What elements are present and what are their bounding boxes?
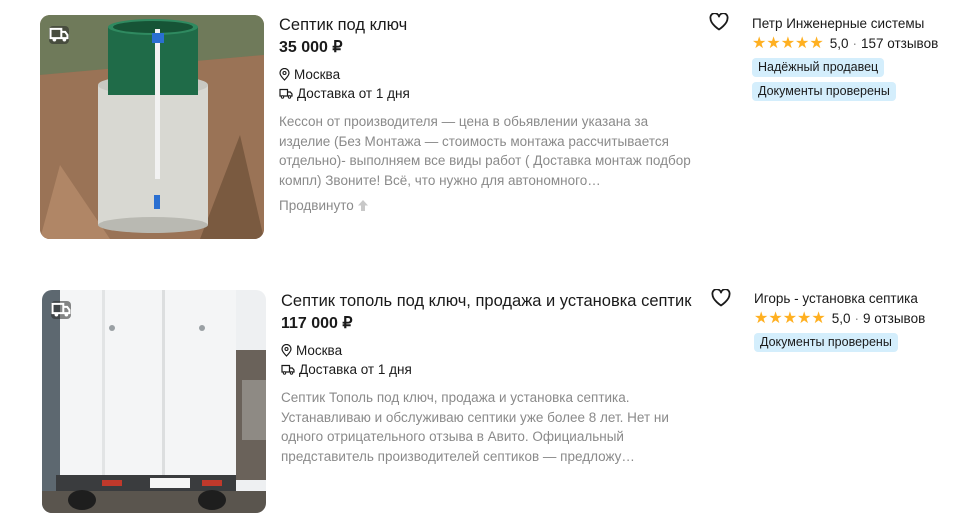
listing-photo[interactable] bbox=[42, 290, 266, 513]
star-icon: ★ bbox=[782, 310, 798, 327]
rating-stars: ★ ★ ★ ★ ★ bbox=[754, 311, 826, 327]
listing-location: Москва bbox=[281, 341, 701, 360]
star-icon: ★ bbox=[797, 310, 812, 327]
truck-icon bbox=[51, 301, 71, 319]
septic-truck-image bbox=[42, 290, 266, 513]
favorite-button[interactable] bbox=[711, 288, 731, 307]
location-pin-icon bbox=[281, 344, 292, 357]
star-icon: ★ bbox=[754, 310, 769, 327]
listing-price: 117 000 ₽ bbox=[281, 315, 353, 332]
listing-info: Септик тополь под ключ, продажа и устано… bbox=[281, 290, 701, 466]
seller-badges: Документы проверены bbox=[754, 328, 925, 352]
rating-value: 5,0 bbox=[831, 311, 851, 326]
listing-description: Септик Тополь под ключ, продажа и устано… bbox=[281, 390, 669, 464]
star-icon: ★ bbox=[811, 310, 826, 327]
delivery-text: Доставка от 1 дня bbox=[299, 362, 412, 377]
listing-title[interactable]: Септик тополь под ключ, продажа и устано… bbox=[281, 290, 701, 312]
heart-icon bbox=[711, 288, 731, 307]
delivery-truck-icon bbox=[281, 364, 295, 375]
separator-dot: · bbox=[854, 311, 860, 326]
seller-name[interactable]: Игорь - установка септика bbox=[754, 290, 925, 308]
location-text: Москва bbox=[296, 343, 343, 358]
seller-rating[interactable]: ★ ★ ★ ★ ★ 5,0 · 9 отзывов bbox=[754, 310, 925, 328]
seller-info: Игорь - установка септика ★ ★ ★ ★ ★ 5,0 … bbox=[754, 290, 925, 352]
reviews-count[interactable]: 9 отзывов bbox=[863, 310, 925, 328]
star-icon: ★ bbox=[768, 310, 783, 327]
listing-delivery: Доставка от 1 дня bbox=[281, 360, 701, 379]
documents-verified-badge: Документы проверены bbox=[754, 333, 898, 352]
listing-card[interactable]: Септик тополь под ключ, продажа и устано… bbox=[0, 0, 974, 523]
